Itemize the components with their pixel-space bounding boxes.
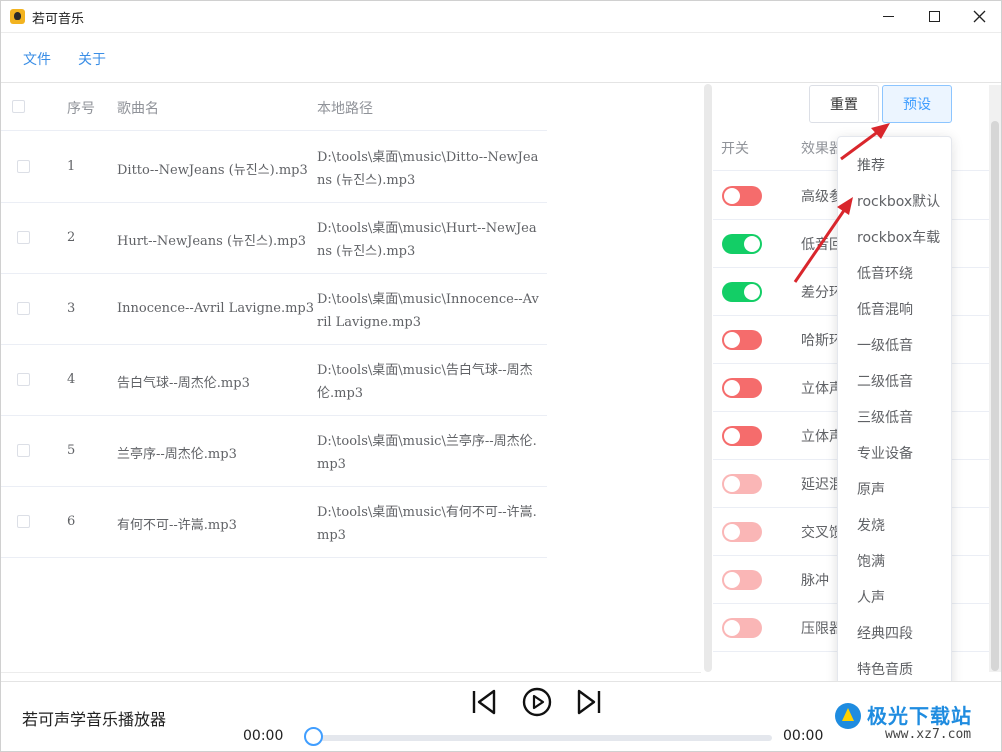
effect-toggle[interactable] (722, 330, 762, 350)
effects-scrollbar-thumb[interactable] (991, 121, 999, 671)
row-index: 4 (67, 372, 76, 387)
row-index: 5 (67, 443, 76, 458)
menu-file[interactable]: 文件 (23, 49, 51, 69)
table-header: 序号 歌曲名 本地路径 (1, 84, 547, 131)
reset-button[interactable]: 重置 (809, 85, 879, 123)
row-checkbox[interactable] (17, 515, 30, 528)
table-row[interactable]: 6 有何不可--许嵩.mp3 D:\tools\桌面\music\有何不可--许… (1, 487, 547, 558)
menu-about[interactable]: 关于 (78, 49, 106, 69)
effect-toggle[interactable] (722, 426, 762, 446)
header-name: 歌曲名 (117, 101, 159, 117)
preset-menu-item[interactable]: 专业设备 (857, 443, 913, 463)
table-row[interactable]: 5 兰亭序--周杰伦.mp3 D:\tools\桌面\music\兰亭序--周杰… (1, 416, 547, 487)
maximize-icon (928, 11, 940, 22)
progress-track[interactable] (312, 735, 772, 741)
song-table: 序号 歌曲名 本地路径 1 Ditto--NewJeans (뉴진스).mp3 … (1, 84, 701, 672)
effect-toggle[interactable] (722, 570, 762, 590)
menu-bar: 文件 关于 (1, 32, 1001, 83)
watermark-text: 极光下载站 (867, 704, 972, 728)
close-button[interactable] (956, 1, 1001, 32)
preset-menu-item[interactable]: 二级低音 (857, 371, 913, 391)
row-index: 3 (67, 301, 76, 316)
preset-button[interactable]: 预设 (882, 85, 952, 123)
effect-toggle[interactable] (722, 282, 762, 302)
close-icon (973, 10, 985, 23)
table-row[interactable]: 4 告白气球--周杰伦.mp3 D:\tools\桌面\music\告白气球--… (1, 345, 547, 416)
preset-menu-item[interactable]: rockbox车载 (857, 227, 940, 247)
watermark-url: www.xz7.com (885, 727, 972, 742)
effect-toggle[interactable] (722, 522, 762, 542)
app-window: 若可音乐 文件 关于 序号 歌曲名 本地路径 1 Ditto--NewJeans… (0, 0, 1002, 752)
row-checkbox[interactable] (17, 373, 30, 386)
row-checkbox[interactable] (17, 444, 30, 457)
preset-menu-item[interactable]: 原声 (857, 479, 885, 499)
row-song-path: D:\tools\桌面\music\兰亭序--周杰伦.mp3 (317, 434, 537, 472)
preset-menu-item[interactable]: rockbox默认 (857, 191, 940, 211)
row-checkbox[interactable] (17, 302, 30, 315)
title-bar: 若可音乐 (1, 1, 1001, 32)
row-checkbox[interactable] (17, 160, 30, 173)
preset-menu-item[interactable]: 特色音质 (857, 659, 913, 679)
preset-menu-item[interactable]: 发烧 (857, 515, 885, 535)
row-song-path: D:\tools\桌面\music\Ditto--NewJeans (뉴진스).… (317, 150, 539, 188)
progress-slider-handle[interactable] (304, 727, 323, 746)
minimize-button[interactable] (865, 1, 911, 32)
preset-menu-item[interactable]: 推荐 (857, 155, 885, 175)
preset-menu-item[interactable]: 三级低音 (857, 407, 913, 427)
player-title: 若可声学音乐播放器 (22, 710, 167, 729)
row-song-path: D:\tools\桌面\music\Innocence--Avril Lavig… (317, 292, 539, 330)
preset-menu-item[interactable]: 低音环绕 (857, 263, 913, 283)
preset-menu-item[interactable]: 一级低音 (857, 335, 913, 355)
preset-menu-item[interactable]: 人声 (857, 587, 885, 607)
header-switch: 开关 (721, 141, 749, 157)
divider (1, 672, 701, 673)
header-index: 序号 (67, 101, 95, 117)
row-song-name: 告白气球--周杰伦.mp3 (117, 376, 250, 391)
next-track-icon[interactable] (573, 686, 605, 718)
effect-toggle[interactable] (722, 234, 762, 254)
row-index: 2 (67, 230, 76, 245)
preset-menu-item[interactable]: 经典四段 (857, 623, 913, 643)
window-title: 若可音乐 (32, 12, 85, 27)
effect-toggle[interactable] (722, 618, 762, 638)
row-checkbox[interactable] (17, 231, 30, 244)
row-song-path: D:\tools\桌面\music\有何不可--许嵩.mp3 (317, 505, 537, 543)
previous-track-icon[interactable] (468, 686, 500, 718)
effect-toggle[interactable] (722, 474, 762, 494)
play-icon[interactable] (521, 686, 553, 718)
effect-name: 脉冲 (801, 573, 829, 589)
row-song-name: 兰亭序--周杰伦.mp3 (117, 447, 237, 462)
table-splitter[interactable] (704, 84, 712, 672)
preset-menu-item[interactable]: 低音混响 (857, 299, 913, 319)
header-path: 本地路径 (317, 101, 373, 117)
row-song-path: D:\tools\桌面\music\告白气球--周杰伦.mp3 (317, 363, 533, 401)
row-song-name: Hurt--NewJeans (뉴진스).mp3 (117, 234, 307, 249)
effect-toggle[interactable] (722, 378, 762, 398)
row-song-name: Innocence--Avril Lavigne.mp3 (117, 301, 315, 316)
preset-menu-item[interactable]: 饱满 (857, 551, 885, 571)
row-song-name: 有何不可--许嵩.mp3 (117, 518, 237, 533)
watermark: 极光下载站 www.xz7.com (833, 699, 998, 749)
minimize-icon (882, 16, 894, 17)
select-all-checkbox[interactable] (12, 100, 25, 113)
current-time: 00:00 (243, 728, 284, 744)
app-logo-icon (10, 9, 25, 24)
row-index: 1 (67, 159, 76, 174)
maximize-button[interactable] (911, 1, 957, 32)
preset-dropdown-menu: 推荐 rockbox默认 rockbox车载 低音环绕低音混响一级低音二级低音三级低音… (837, 136, 952, 726)
effect-toggle[interactable] (722, 186, 762, 206)
row-song-path: D:\tools\桌面\music\Hurt--NewJeans (뉴진스).m… (317, 221, 537, 259)
table-row[interactable]: 1 Ditto--NewJeans (뉴진스).mp3 D:\tools\桌面\… (1, 132, 547, 203)
table-row[interactable]: 2 Hurt--NewJeans (뉴진스).mp3 D:\tools\桌面\m… (1, 203, 547, 274)
watermark-logo-icon (835, 703, 861, 729)
row-song-name: Ditto--NewJeans (뉴진스).mp3 (117, 163, 308, 178)
row-index: 6 (67, 514, 76, 529)
table-row[interactable]: 3 Innocence--Avril Lavigne.mp3 D:\tools\… (1, 274, 547, 345)
total-time: 00:00 (783, 728, 824, 744)
